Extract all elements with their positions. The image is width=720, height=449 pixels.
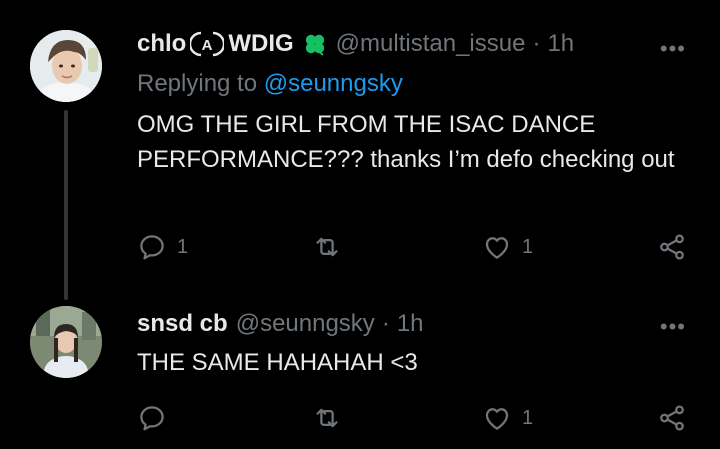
- svg-text:A: A: [202, 37, 213, 54]
- avatar-photo: [30, 30, 102, 102]
- display-name-suffix: WDIG: [228, 30, 294, 57]
- tweet-text: OMG THE GIRL FROM THE ISAC DANCE PERFORM…: [137, 111, 675, 173]
- like-count: 1: [522, 235, 534, 258]
- avatar-photo: [30, 306, 102, 378]
- separator-dot: ·: [532, 30, 541, 57]
- more-icon[interactable]: •••: [660, 316, 686, 338]
- share-icon: [660, 405, 684, 431]
- reply-button[interactable]: 1: [137, 232, 188, 262]
- more-icon[interactable]: •••: [660, 38, 686, 60]
- heart-icon: [485, 237, 509, 259]
- reply-icon: [140, 235, 164, 260]
- circled-a-icon: A: [190, 30, 225, 58]
- share-button[interactable]: [657, 403, 687, 433]
- reply-count: 1: [177, 235, 189, 258]
- heart-icon: [485, 408, 509, 430]
- clover-icon: [302, 31, 328, 57]
- reply-button[interactable]: [137, 403, 177, 433]
- share-icon: [660, 234, 684, 260]
- display-name[interactable]: snsd cb: [137, 310, 228, 338]
- display-name[interactable]: chlo: [137, 30, 186, 58]
- retweet-icon: [316, 237, 338, 257]
- tweet-text: THE SAME HAHAHAH <3: [137, 349, 418, 376]
- retweet-button[interactable]: [312, 403, 352, 433]
- tweet-header: snsd cb @seunngsky · 1h: [137, 310, 424, 338]
- like-button[interactable]: 1: [482, 403, 533, 433]
- like-button[interactable]: 1: [482, 232, 533, 262]
- timestamp[interactable]: 1h: [547, 30, 574, 58]
- retweet-button[interactable]: [312, 232, 352, 262]
- replying-to-label: Replying to: [137, 70, 258, 97]
- share-button[interactable]: [657, 232, 687, 262]
- reply-icon: [140, 406, 164, 431]
- thread-line: [64, 110, 68, 300]
- tweet-2[interactable]: snsd cb @seunngsky · 1h ••• THE SAME HAH…: [0, 300, 720, 449]
- timestamp[interactable]: 1h: [397, 310, 424, 338]
- tweet-1[interactable]: chlo A WDIG @multistan_issue · 1h ••• Re…: [0, 0, 720, 300]
- avatar[interactable]: [30, 30, 102, 102]
- separator-dot: ·: [381, 310, 390, 337]
- retweet-icon: [316, 408, 338, 428]
- action-bar: 1 1: [137, 232, 697, 266]
- user-handle[interactable]: @multistan_issue: [336, 30, 526, 58]
- tweet-header: chlo A WDIG @multistan_issue · 1h: [137, 30, 574, 58]
- like-count: 1: [522, 406, 534, 429]
- action-bar: 1: [137, 403, 697, 437]
- user-handle[interactable]: @seunngsky: [236, 310, 375, 338]
- replying-to: Replying to @seunngsky: [137, 70, 403, 98]
- avatar[interactable]: [30, 306, 102, 378]
- mention-link[interactable]: @seunngsky: [264, 70, 403, 97]
